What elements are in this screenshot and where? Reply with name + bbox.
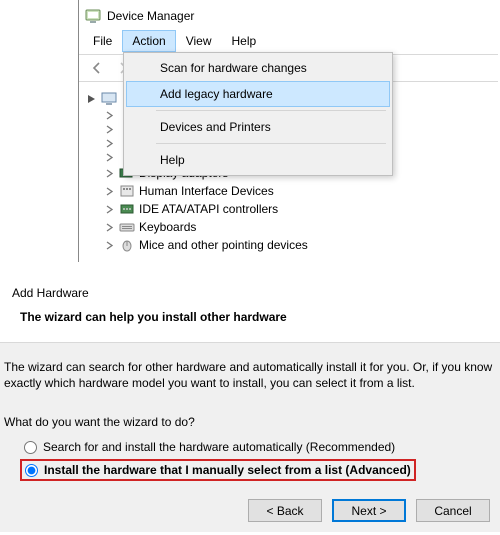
expand-icon[interactable]	[103, 137, 115, 149]
wizard-header: Add Hardware The wizard can help you ins…	[0, 276, 500, 342]
menu-divider	[156, 143, 386, 144]
menu-item-scan[interactable]: Scan for hardware changes	[126, 55, 390, 81]
expand-icon[interactable]	[103, 239, 115, 251]
tree-node-hid[interactable]: Human Interface Devices	[103, 182, 498, 200]
wizard-question: What do you want the wizard to do?	[2, 415, 498, 429]
tree-node-ide[interactable]: IDE ATA/ATAPI controllers	[103, 200, 498, 218]
nav-back-button[interactable]	[85, 57, 109, 79]
menu-action[interactable]: Action	[122, 30, 175, 52]
menu-item-help[interactable]: Help	[126, 147, 390, 173]
next-button[interactable]: Next >	[332, 499, 406, 522]
menu-view[interactable]: View	[176, 30, 222, 52]
collapse-icon[interactable]	[85, 92, 97, 104]
menubar: File Action View Help	[79, 30, 498, 52]
expand-icon[interactable]	[103, 123, 115, 135]
keyboard-icon	[119, 219, 135, 235]
wizard-body: The wizard can search for other hardware…	[0, 342, 500, 532]
expand-icon[interactable]	[103, 203, 115, 215]
tree-node-label: IDE ATA/ATAPI controllers	[139, 202, 278, 216]
expand-icon[interactable]	[103, 221, 115, 233]
wizard-buttons: < Back Next > Cancel	[2, 481, 498, 522]
tree-node-label: Keyboards	[139, 220, 196, 234]
tree-node-label: Human Interface Devices	[139, 184, 274, 198]
menu-item-devices-printers[interactable]: Devices and Printers	[126, 114, 390, 140]
option-auto[interactable]: Search for and install the hardware auto…	[20, 437, 498, 457]
device-manager-window: Device Manager File Action View Help Sca…	[78, 0, 498, 262]
option-auto-label: Search for and install the hardware auto…	[43, 440, 395, 454]
menu-divider	[156, 110, 386, 111]
menu-item-add-legacy[interactable]: Add legacy hardware	[126, 81, 390, 107]
expand-icon[interactable]	[103, 151, 115, 163]
wizard-subtitle: The wizard can help you install other ha…	[12, 310, 488, 324]
menu-help[interactable]: Help	[222, 30, 267, 52]
tree-node-keyboards[interactable]: Keyboards	[103, 218, 498, 236]
wizard-description: The wizard can search for other hardware…	[2, 359, 498, 391]
expand-icon[interactable]	[103, 167, 115, 179]
ide-controller-icon	[119, 201, 135, 217]
window-title-bar: Device Manager	[79, 4, 498, 30]
tree-node-mice[interactable]: Mice and other pointing devices	[103, 236, 498, 254]
computer-icon	[101, 90, 117, 106]
cancel-button[interactable]: Cancel	[416, 499, 490, 522]
add-hardware-wizard: Add Hardware The wizard can help you ins…	[0, 276, 500, 532]
wizard-title: Add Hardware	[12, 286, 488, 300]
menu-file[interactable]: File	[83, 30, 122, 52]
expand-icon[interactable]	[103, 109, 115, 121]
back-button[interactable]: < Back	[248, 499, 322, 522]
hid-icon	[119, 183, 135, 199]
option-manual[interactable]: Install the hardware that I manually sel…	[20, 459, 416, 481]
action-dropdown: Scan for hardware changes Add legacy har…	[123, 52, 393, 176]
radio-auto[interactable]	[24, 441, 37, 454]
expand-icon[interactable]	[103, 185, 115, 197]
wizard-options: Search for and install the hardware auto…	[2, 437, 498, 481]
window-title: Device Manager	[107, 9, 194, 23]
tree-node-label: Mice and other pointing devices	[139, 238, 308, 252]
device-manager-icon	[85, 8, 101, 24]
option-manual-label: Install the hardware that I manually sel…	[44, 463, 411, 477]
radio-manual[interactable]	[25, 464, 38, 477]
mouse-icon	[119, 237, 135, 253]
